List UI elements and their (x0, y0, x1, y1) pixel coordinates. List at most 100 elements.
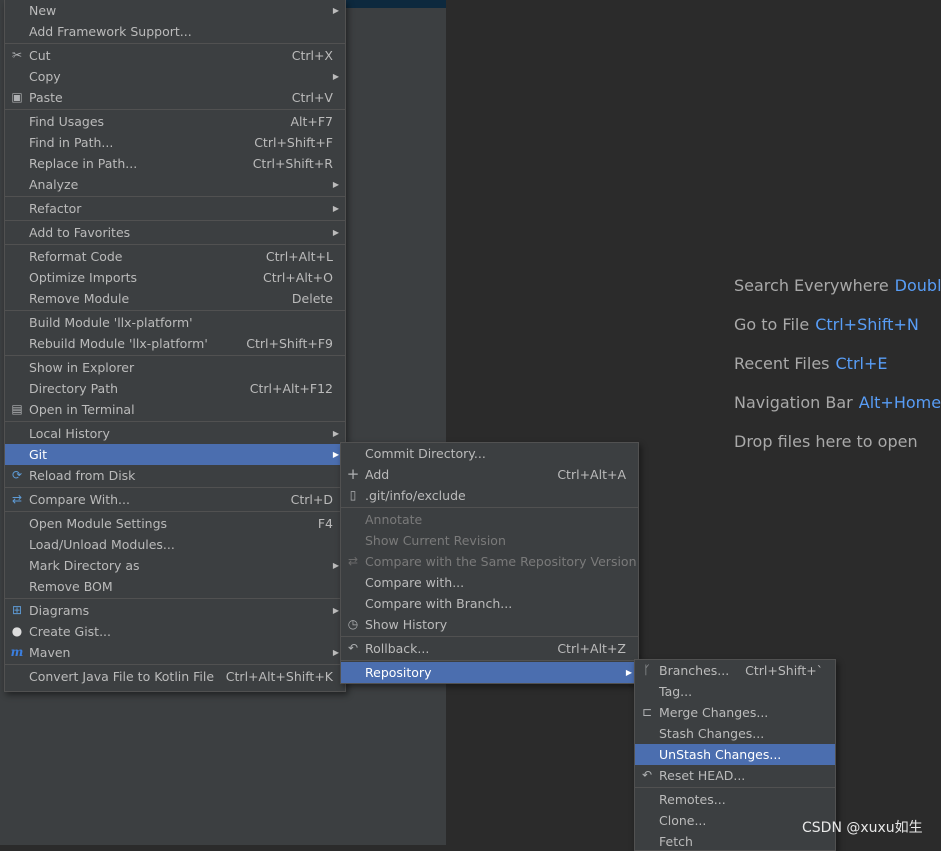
menu-item-reload-from-disk[interactable]: ⟳ Reload from Disk (5, 465, 345, 486)
menu-item-convert-kotlin[interactable]: Convert Java File to Kotlin File Ctrl+Alt… (5, 666, 345, 687)
menu-separator (5, 310, 345, 311)
submenu-arrow-icon: ▶ (332, 606, 339, 615)
submenu-arrow-icon: ▶ (332, 6, 339, 15)
menu-separator (5, 421, 345, 422)
terminal-icon: ▤ (11, 402, 23, 416)
menu-item-unstash-changes[interactable]: UnStash Changes... (635, 744, 835, 765)
menu-item-analyze[interactable]: Analyze ▶ (5, 174, 345, 195)
menu-item-diagrams[interactable]: ⊞ Diagrams ▶ (5, 600, 345, 621)
hint-shortcut: Alt+Home (858, 393, 941, 412)
menu-item-local-history[interactable]: Local History ▶ (5, 423, 345, 444)
submenu-arrow-icon: ▶ (332, 648, 339, 657)
menu-item-branches[interactable]: ᚴ Branches... Ctrl+Shift+` (635, 660, 835, 681)
submenu-arrow-icon: ▶ (332, 228, 339, 237)
menu-item-git[interactable]: Git ▶ (5, 444, 345, 465)
menu-item-create-gist[interactable]: ● Create Gist... (5, 621, 345, 642)
git-submenu: Commit Directory... + Add Ctrl+Alt+A ▯ .git… (340, 442, 639, 684)
submenu-arrow-icon: ▶ (332, 429, 339, 438)
submenu-arrow-icon: ▶ (332, 204, 339, 213)
menu-item-new[interactable]: New ▶ (5, 0, 345, 21)
menu-item-compare-same-repo[interactable]: ⇄ Compare with the Same Repository Versio… (341, 551, 638, 572)
menu-item-copy[interactable]: Copy ▶ (5, 66, 345, 87)
menu-item-show-in-explorer[interactable]: Show in Explorer (5, 357, 345, 378)
menu-item-find-in-path[interactable]: Find in Path... Ctrl+Shift+F (5, 132, 345, 153)
hint-shortcut: Ctrl+Shift+N (815, 315, 919, 334)
menu-item-remove-bom[interactable]: Remove BOM (5, 576, 345, 597)
clipboard-icon: ▣ (11, 90, 23, 104)
menu-item-reset-head[interactable]: ↶ Reset HEAD... (635, 765, 835, 786)
menu-item-stash-changes[interactable]: Stash Changes... (635, 723, 835, 744)
maven-icon: m (10, 645, 24, 659)
menu-item-compare-with-branch[interactable]: Compare with Branch... (341, 593, 638, 614)
menu-item-git-exclude[interactable]: ▯ .git/info/exclude (341, 485, 638, 506)
branch-icon: ᚴ (643, 663, 651, 677)
menu-item-optimize-imports[interactable]: Optimize Imports Ctrl+Alt+O (5, 267, 345, 288)
menu-separator (5, 220, 345, 221)
compare-arrows-icon: ⇄ (11, 492, 23, 506)
menu-item-paste[interactable]: ▣ Paste Ctrl+V (5, 87, 345, 108)
menu-item-refactor[interactable]: Refactor ▶ (5, 198, 345, 219)
menu-item-repository[interactable]: Repository ▶ (341, 662, 638, 683)
undo-icon: ↶ (347, 641, 359, 655)
menu-item-annotate[interactable]: Annotate (341, 509, 638, 530)
menu-item-show-current-revision[interactable]: Show Current Revision (341, 530, 638, 551)
menu-item-find-usages[interactable]: Find Usages Alt+F7 (5, 111, 345, 132)
menu-item-remotes[interactable]: Remotes... (635, 789, 835, 810)
menu-item-add-to-favorites[interactable]: Add to Favorites ▶ (5, 222, 345, 243)
menu-item-add-framework[interactable]: Add Framework Support... (5, 21, 345, 42)
hint-shortcut: Double (894, 276, 941, 295)
menu-item-build-module[interactable]: Build Module 'llx-platform' (5, 312, 345, 333)
menu-item-directory-path[interactable]: Directory Path Ctrl+Alt+F12 (5, 378, 345, 399)
menu-item-open-in-terminal[interactable]: ▤ Open in Terminal (5, 399, 345, 420)
submenu-arrow-icon: ▶ (332, 72, 339, 81)
menu-item-remove-module[interactable]: Remove Module Delete (5, 288, 345, 309)
menu-item-tag[interactable]: Tag... (635, 681, 835, 702)
menu-item-reformat-code[interactable]: Reformat Code Ctrl+Alt+L (5, 246, 345, 267)
menu-separator (5, 355, 345, 356)
menu-separator (635, 787, 835, 788)
hint-shortcut: Ctrl+E (835, 354, 888, 373)
menu-item-merge-changes[interactable]: ⊏ Merge Changes... (635, 702, 835, 723)
submenu-arrow-icon: ▶ (332, 450, 339, 459)
menu-item-git-add[interactable]: + Add Ctrl+Alt+A (341, 464, 638, 485)
menu-separator (5, 511, 345, 512)
hint-recent-files: Recent Files Ctrl+E (734, 354, 887, 373)
menu-separator (5, 196, 345, 197)
hint-search-everywhere: Search Everywhere Double (734, 276, 941, 295)
submenu-arrow-icon: ▶ (332, 561, 339, 570)
menu-item-compare-with[interactable]: ⇄ Compare With... Ctrl+D (5, 489, 345, 510)
menu-item-open-module-settings[interactable]: Open Module Settings F4 (5, 513, 345, 534)
undo-icon: ↶ (641, 768, 653, 782)
diagram-icon: ⊞ (11, 603, 23, 617)
hint-label: Go to File (734, 315, 810, 334)
menu-item-rollback[interactable]: ↶ Rollback... Ctrl+Alt+Z (341, 638, 638, 659)
menu-separator (341, 507, 638, 508)
hint-drop-files: Drop files here to open (734, 432, 918, 451)
menu-item-cut[interactable]: ✂ Cut Ctrl+X (5, 45, 345, 66)
menu-separator (5, 664, 345, 665)
menu-item-show-history[interactable]: ◷ Show History (341, 614, 638, 635)
menu-item-maven[interactable]: m Maven ▶ (5, 642, 345, 663)
hint-label: Drop files here to open (734, 432, 918, 451)
hint-navigation-bar: Navigation Bar Alt+Home (734, 393, 941, 412)
menu-separator (5, 598, 345, 599)
menu-separator (5, 244, 345, 245)
reload-icon: ⟳ (11, 468, 23, 482)
menu-item-commit-directory[interactable]: Commit Directory... (341, 443, 638, 464)
menu-item-load-unload-modules[interactable]: Load/Unload Modules... (5, 534, 345, 555)
menu-item-compare-with[interactable]: Compare with... (341, 572, 638, 593)
scissors-icon: ✂ (11, 48, 23, 62)
plus-icon: + (346, 465, 360, 483)
project-context-menu: New ▶ Add Framework Support... ✂ Cut Ctrl+X… (4, 0, 346, 692)
menu-item-replace-in-path[interactable]: Replace in Path... Ctrl+Shift+R (5, 153, 345, 174)
menu-item-rebuild-module[interactable]: Rebuild Module 'llx-platform' Ctrl+Shift+… (5, 333, 345, 354)
hint-label: Search Everywhere (734, 276, 889, 295)
merge-icon: ⊏ (641, 705, 653, 719)
git-file-icon: ▯ (349, 488, 357, 502)
menu-separator (5, 109, 345, 110)
menu-item-mark-directory[interactable]: Mark Directory as ▶ (5, 555, 345, 576)
clock-icon: ◷ (347, 617, 359, 631)
editor-tab-strip (340, 0, 446, 8)
hint-label: Navigation Bar (734, 393, 853, 412)
menu-separator (341, 660, 638, 661)
